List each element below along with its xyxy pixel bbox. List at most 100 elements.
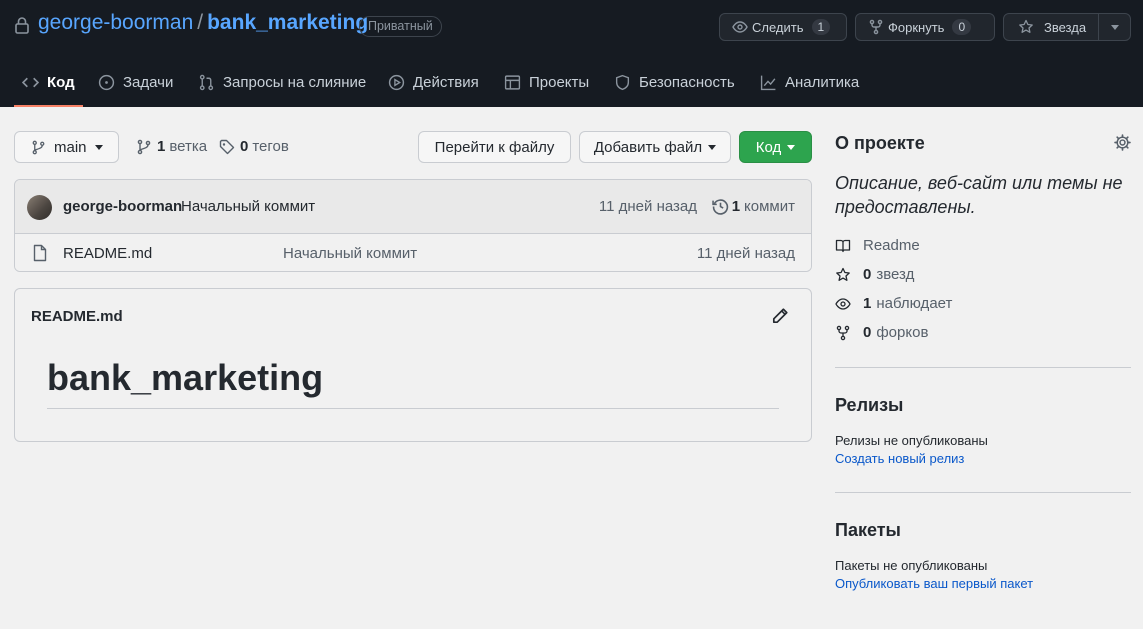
readme-title[interactable]: README.md bbox=[31, 308, 123, 325]
tab-label: Безопасность bbox=[639, 74, 735, 91]
pull-request-icon bbox=[199, 74, 214, 91]
tab-insights[interactable]: Аналитика bbox=[760, 66, 859, 107]
code-button-label: Код bbox=[755, 138, 782, 156]
lock-icon bbox=[15, 17, 29, 34]
stars-count: 0 bbox=[863, 266, 872, 283]
tab-code[interactable]: Код bbox=[14, 66, 83, 107]
publish-package-link[interactable]: Опубликовать ваш первый пакет bbox=[835, 576, 1033, 591]
tab-actions[interactable]: Действия bbox=[388, 66, 479, 107]
branch-name: main bbox=[54, 138, 87, 156]
star-icon bbox=[1019, 19, 1033, 33]
commits-label: коммит bbox=[744, 198, 795, 215]
branches-link[interactable]: 1 ветка bbox=[136, 138, 207, 155]
commit-author-link[interactable]: george-boorman bbox=[63, 198, 182, 215]
forks-count: 0 bbox=[863, 324, 872, 341]
releases-title[interactable]: Релизы bbox=[835, 395, 903, 416]
play-icon bbox=[388, 74, 405, 91]
create-release-link[interactable]: Создать новый релиз bbox=[835, 451, 964, 466]
visibility-badge: Приватный bbox=[359, 16, 442, 37]
fork-icon bbox=[836, 325, 850, 340]
tags-count: 0 bbox=[240, 138, 249, 155]
repo-owner-link[interactable]: george-boorman bbox=[38, 11, 193, 34]
fork-button[interactable]: Форкнуть 0 bbox=[855, 13, 995, 41]
chevron-down-icon bbox=[94, 144, 103, 150]
tab-label: Проекты bbox=[529, 74, 590, 91]
fork-icon bbox=[869, 19, 883, 35]
eye-icon bbox=[835, 297, 851, 310]
tab-label: Задачи bbox=[123, 74, 174, 91]
avatar[interactable] bbox=[27, 195, 52, 220]
file-icon bbox=[33, 244, 47, 262]
code-button[interactable]: Код bbox=[739, 131, 812, 163]
tab-pull-requests[interactable]: Запросы на слияние bbox=[198, 66, 366, 107]
forks-link[interactable]: 0 форков bbox=[835, 324, 928, 341]
code-icon bbox=[22, 77, 39, 88]
about-description: Описание, веб-сайт или темы не предостав… bbox=[835, 173, 1123, 217]
divider bbox=[47, 408, 779, 409]
star-list-dropdown[interactable] bbox=[1098, 14, 1130, 40]
add-file-label: Добавить файл bbox=[593, 138, 703, 156]
tags-link[interactable]: 0 тегов bbox=[219, 138, 289, 155]
star-button[interactable]: Звезда bbox=[1003, 13, 1131, 41]
packages-empty-text: Пакеты не опубликованы bbox=[835, 558, 988, 573]
readme-link[interactable]: Readme bbox=[835, 237, 920, 254]
tab-issues[interactable]: Задачи bbox=[98, 66, 173, 107]
chevron-down-icon bbox=[787, 144, 796, 150]
file-browser: george-boorman Начальный коммит 11 дней … bbox=[14, 179, 812, 272]
readme-heading: bank_marketing bbox=[47, 357, 324, 398]
star-icon bbox=[836, 267, 850, 281]
tab-label: Действия bbox=[413, 74, 479, 91]
add-file-button[interactable]: Добавить файл bbox=[579, 131, 731, 163]
branch-selector[interactable]: main bbox=[14, 131, 119, 163]
file-commit-time: 11 дней назад bbox=[696, 245, 795, 262]
readme-link-label: Readme bbox=[863, 237, 920, 254]
repo-title: george-boorman / bank_marketing bbox=[38, 11, 368, 35]
forks-label: форков bbox=[876, 324, 929, 341]
repo-header: george-boorman / bank_marketing Приватный … bbox=[0, 0, 1143, 107]
releases-empty-text: Релизы не опубликованы bbox=[835, 433, 988, 448]
watch-count: 1 bbox=[811, 19, 831, 35]
watchers-count: 1 bbox=[863, 295, 872, 312]
gear-icon[interactable] bbox=[1114, 134, 1131, 151]
watch-label: Следить bbox=[752, 19, 804, 35]
branches-label: ветка bbox=[169, 138, 208, 155]
table-row[interactable]: README.md Начальный коммит 11 дней назад bbox=[15, 235, 811, 271]
file-commit-message[interactable]: Начальный коммит bbox=[283, 245, 417, 262]
latest-commit: george-boorman Начальный коммит 11 дней … bbox=[15, 180, 811, 234]
repo-separator: / bbox=[197, 11, 204, 34]
commits-link[interactable]: 1 коммит bbox=[711, 198, 795, 215]
about-title: О проекте bbox=[835, 133, 925, 153]
eye-icon bbox=[732, 21, 748, 33]
tag-icon bbox=[219, 139, 235, 154]
fork-label: Форкнуть bbox=[888, 19, 945, 35]
stars-link[interactable]: 0 звезд bbox=[835, 266, 914, 283]
watchers-label: наблюдает bbox=[876, 295, 953, 312]
repo-tabs: Код Задачи Запросы на слияние Действия П… bbox=[0, 66, 900, 107]
graph-icon bbox=[760, 75, 776, 91]
divider bbox=[835, 367, 1131, 368]
history-icon bbox=[711, 199, 728, 215]
issue-icon bbox=[98, 74, 115, 91]
repo-name-link[interactable]: bank_marketing bbox=[207, 11, 368, 34]
commits-count: 1 bbox=[731, 198, 741, 215]
star-label: Звезда bbox=[1044, 19, 1087, 35]
tab-label: Запросы на слияние bbox=[223, 74, 367, 91]
packages-title[interactable]: Пакеты bbox=[835, 520, 901, 541]
watchers-link[interactable]: 1 наблюдает bbox=[835, 295, 952, 312]
divider bbox=[835, 492, 1131, 493]
tab-security[interactable]: Безопасность bbox=[614, 66, 735, 107]
branches-count: 1 bbox=[157, 138, 166, 155]
book-icon bbox=[835, 239, 851, 252]
pencil-icon[interactable] bbox=[771, 307, 789, 325]
branch-icon bbox=[32, 140, 45, 154]
fork-count: 0 bbox=[952, 19, 972, 35]
go-to-file-button[interactable]: Перейти к файлу bbox=[418, 131, 571, 163]
commit-message-link[interactable]: Начальный коммит bbox=[181, 198, 315, 215]
tags-label: тегов bbox=[252, 138, 289, 155]
watch-button[interactable]: Следить 1 bbox=[719, 13, 847, 41]
chevron-down-icon bbox=[708, 144, 717, 150]
shield-icon bbox=[615, 74, 630, 91]
tab-projects[interactable]: Проекты bbox=[504, 66, 589, 107]
readme-panel: README.md bank_marketing bbox=[14, 288, 812, 442]
file-name-link[interactable]: README.md bbox=[63, 245, 152, 262]
